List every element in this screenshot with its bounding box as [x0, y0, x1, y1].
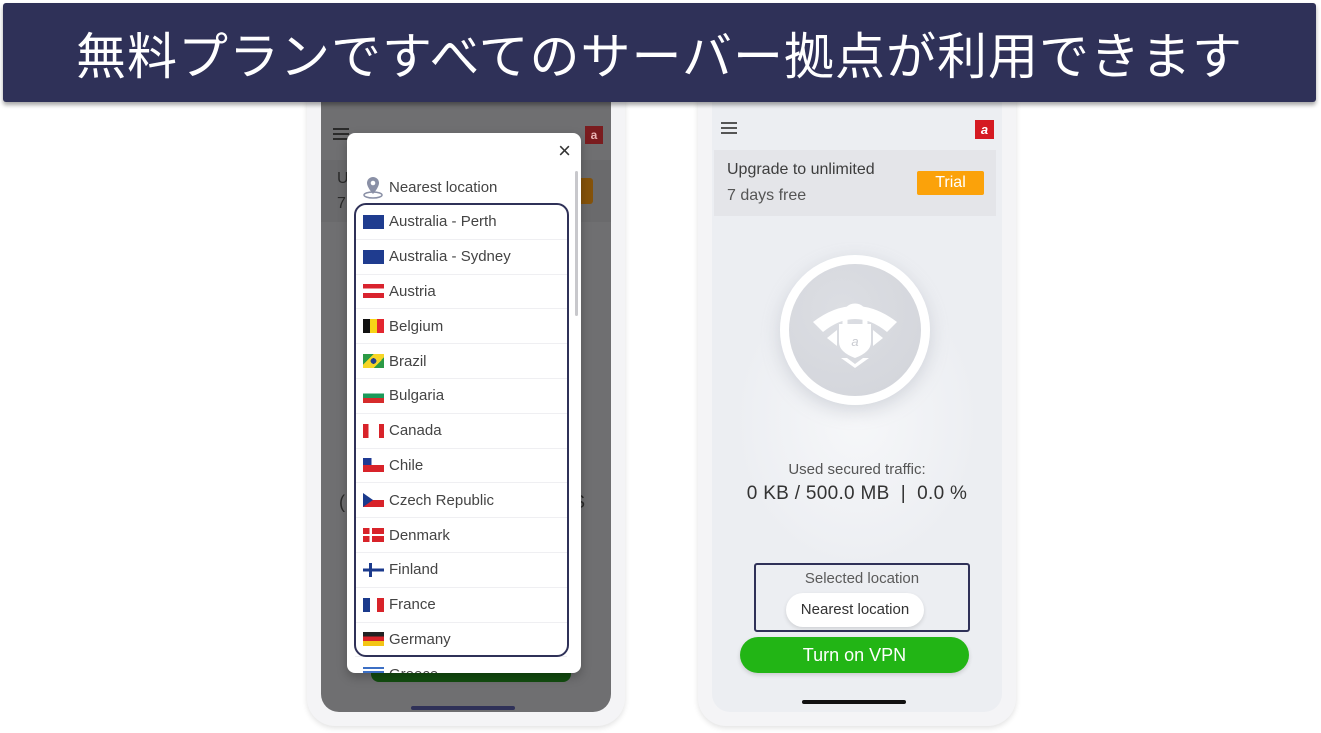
flag-fr-icon	[363, 597, 384, 612]
upgrade-subtitle: 7 days free	[727, 187, 807, 204]
upgrade-banner: Upgrade to unlimited 7 days free Trial	[714, 150, 996, 216]
location-name: Greece	[389, 666, 438, 673]
turn-on-vpn-button[interactable]: Turn on VPN	[740, 637, 969, 673]
location-name: Canada	[389, 422, 442, 440]
flag-de-icon	[363, 632, 384, 647]
location-item[interactable]: Finland	[355, 553, 567, 588]
location-name: France	[389, 596, 436, 614]
svg-text:a: a	[851, 334, 858, 349]
home-indicator	[802, 700, 906, 704]
upgrade-title: Upgrade to unlimited	[727, 161, 875, 178]
location-item[interactable]: Austria	[355, 275, 567, 310]
flag-ca-icon	[363, 423, 384, 438]
flag-au-icon	[363, 249, 384, 264]
location-item[interactable]: Germany	[355, 623, 567, 658]
flag-cl-icon	[363, 458, 384, 473]
traffic-label: Used secured traffic:	[788, 461, 926, 478]
location-item[interactable]: Australia - Perth	[355, 205, 567, 240]
scrollbar[interactable]	[575, 171, 578, 316]
location-item[interactable]: Czech Republic	[355, 483, 567, 519]
location-name: Australia - Sydney	[389, 248, 511, 266]
location-name: Bulgaria	[389, 387, 445, 405]
stage: 無料プランですべてのサーバー拠点が利用できます a U 7 ( S × Near…	[0, 0, 1321, 733]
location-item[interactable]: Greece	[355, 657, 567, 673]
location-pin-icon	[361, 175, 385, 199]
wifi-lock-icon: a	[813, 303, 897, 368]
traffic-value: 0 KB / 500.0 MB | 0.0 %	[746, 483, 968, 504]
location-list: Australia - Perth Australia - Sydney Aus…	[355, 205, 567, 673]
selected-location-highlight: Selected location Nearest location	[754, 563, 970, 632]
location-item[interactable]: Australia - Sydney	[355, 240, 567, 275]
flag-br-icon	[363, 354, 384, 369]
banner-title: 無料プランですべてのサーバー拠点が利用できます	[76, 27, 1243, 86]
location-name: Czech Republic	[389, 491, 495, 509]
flag-be-icon	[363, 319, 384, 334]
location-name: Chile	[389, 456, 424, 474]
location-item[interactable]: Denmark	[355, 518, 567, 553]
location-name: Finland	[389, 561, 439, 579]
home-indicator	[411, 706, 515, 710]
location-name: Australia - Perth	[389, 213, 497, 231]
close-icon[interactable]: ×	[558, 139, 571, 163]
trial-button[interactable]: Trial	[917, 171, 984, 195]
location-item[interactable]: Canada	[355, 414, 567, 449]
flag-triangle	[363, 493, 373, 508]
location-picker-modal: × Nearest location Australia - Perth Aus…	[347, 133, 581, 673]
traffic-text-partial-left: (	[339, 492, 345, 512]
location-item[interactable]: Brazil	[355, 344, 567, 379]
location-item[interactable]: Bulgaria	[355, 379, 567, 414]
flag-gr-icon	[363, 667, 384, 673]
nearest-location-option[interactable]: Nearest location	[361, 175, 497, 199]
flag-bg-icon	[363, 388, 384, 403]
flag-au-icon	[363, 214, 384, 229]
avira-logo-icon: a	[585, 126, 603, 144]
flag-fi-icon	[363, 562, 384, 577]
flag-at-icon	[363, 284, 384, 299]
avira-logo-icon: a	[975, 120, 994, 139]
location-name: Brazil	[389, 352, 427, 370]
location-name: Austria	[389, 282, 436, 300]
title-banner: 無料プランですべてのサーバー拠点が利用できます	[3, 3, 1316, 102]
flag-dk-icon	[363, 528, 384, 543]
nearest-location-label: Nearest location	[389, 178, 498, 196]
location-item[interactable]: France	[355, 588, 567, 623]
days-text-partial: 7	[337, 195, 346, 212]
location-item[interactable]: Chile	[355, 449, 567, 484]
flag-cz-icon	[363, 493, 384, 508]
location-item[interactable]: Belgium	[355, 309, 567, 345]
location-name: Belgium	[389, 317, 444, 335]
selected-location-label: Selected location	[804, 570, 920, 587]
selected-location-button[interactable]: Nearest location	[786, 593, 924, 627]
location-name: Germany	[389, 630, 451, 648]
hamburger-menu-icon[interactable]	[721, 122, 737, 134]
right-screen: a Upgrade to unlimited 7 days free Trial…	[712, 60, 1002, 712]
location-name: Denmark	[389, 526, 450, 544]
phone-right: a Upgrade to unlimited 7 days free Trial…	[698, 60, 1016, 726]
vpn-status-button[interactable]: a	[780, 255, 930, 405]
